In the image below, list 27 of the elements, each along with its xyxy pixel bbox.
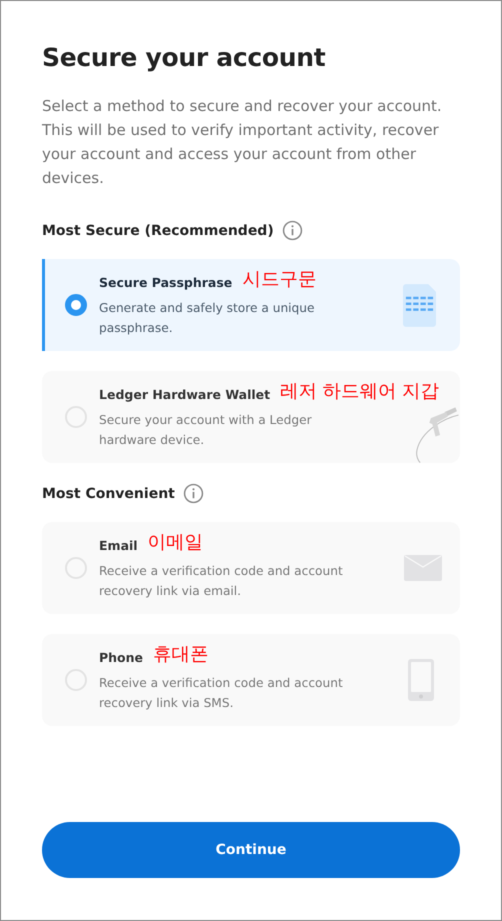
- info-icon[interactable]: [282, 220, 303, 241]
- phone-icon: [408, 659, 434, 701]
- continue-button[interactable]: Continue: [42, 822, 460, 878]
- option-title: Phone: [99, 650, 144, 665]
- document-icon: [403, 284, 436, 326]
- option-title: Secure Passphrase: [99, 275, 232, 290]
- option-description: Secure your account with a Ledger hardware device.: [99, 412, 313, 448]
- option-card[interactable]: Secure Passphrase 시드구문 Generate and safely store a unique passphrase.: [42, 259, 460, 351]
- section-heading: Most Convenient: [42, 486, 175, 502]
- section-heading: Most Secure (Recommended): [42, 222, 274, 238]
- option-description: Receive a verification code and account recovery link via SMS.: [99, 674, 344, 712]
- usb-device-icon: [414, 407, 460, 463]
- annotation-text: 휴대폰: [153, 643, 209, 666]
- info-icon[interactable]: [182, 483, 204, 504]
- option-card[interactable]: Phone 휴대폰 Receive a verification code and account recovery link via SMS.: [42, 634, 460, 726]
- option-title: Email: [99, 538, 138, 553]
- option-card[interactable]: Email 이메일 Receive a verification code and account recovery link via email.: [42, 522, 460, 614]
- radio-button[interactable]: [65, 294, 87, 316]
- page-title: Secure your account: [42, 43, 326, 72]
- option-card[interactable]: Ledger Hardware Wallet 레저 하드웨어 지갑 Secure your account with a Ledger hardware device.: [42, 371, 460, 463]
- description-text: Select a method to secure and recover your account. This will be used to verify important activity, recover your account and access your account from other devices.: [42, 96, 443, 189]
- option-title: Ledger Hardware Wallet: [99, 387, 270, 402]
- option-description: Generate and safely store a unique passphrase.: [99, 300, 316, 336]
- annotation-text: 레저 하드웨어 지갑: [280, 380, 439, 403]
- option-description: Receive a verification code and account recovery link via email.: [99, 562, 344, 600]
- annotation-text: 시드구문: [242, 268, 316, 291]
- annotation-text: 이메일: [148, 531, 204, 554]
